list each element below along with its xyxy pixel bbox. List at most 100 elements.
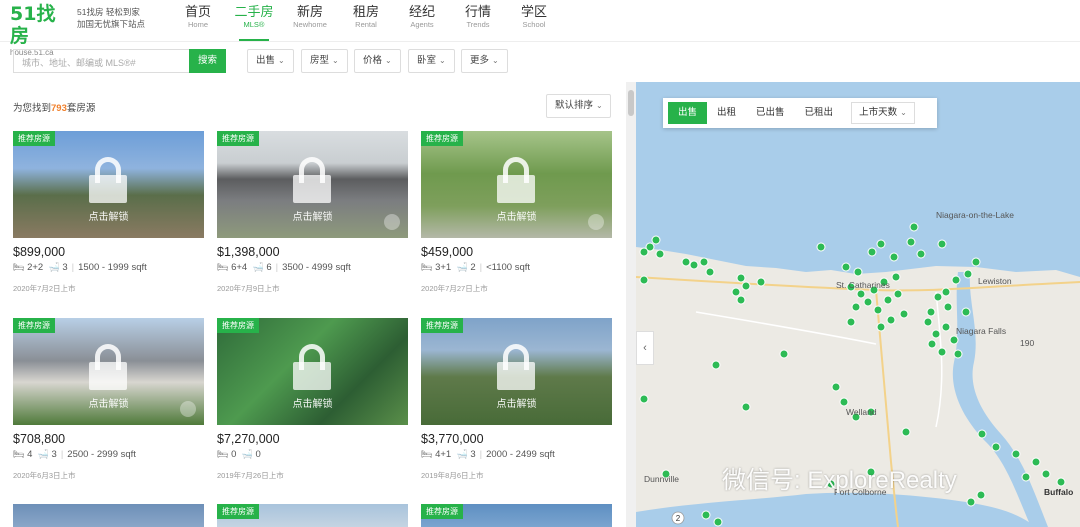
lock-icon <box>293 157 331 205</box>
map-label-st-catharines: St. Catharines <box>836 280 890 290</box>
filter-price[interactable]: 价格 ⌄ <box>354 49 401 73</box>
nav-trends[interactable]: 行情 Trends <box>450 0 506 42</box>
listing-card[interactable]: 推荐房源 点击解锁 $7,270,000 🛏 0 🛁 0 2019年7月26日上… <box>217 318 408 481</box>
bed-count: 6+4 <box>231 262 248 273</box>
listing-photo[interactable]: 推荐房源 点击解锁 <box>217 318 408 425</box>
road <box>935 291 943 428</box>
listing-date: 2020年7月2日上市 <box>13 284 76 293</box>
listing-photo[interactable]: 推荐房源 <box>217 504 408 527</box>
chevron-down-icon: ⌄ <box>439 56 446 65</box>
unlock-label[interactable]: 点击解锁 <box>217 208 408 223</box>
results-count: 为您找到793套房源 <box>13 100 95 114</box>
top-navigation-bar: 51找房 house.51.ca 51找房 轻松到家 加国无忧旗下站点 首页 Ho… <box>0 0 1080 57</box>
listing-scrollbar[interactable] <box>626 82 636 527</box>
favorite-icon[interactable] <box>180 401 196 417</box>
tab-rented[interactable]: 已租出 <box>795 102 844 124</box>
listing-card[interactable]: 推荐房源 点击解锁 $3,770,000 🛏 4+1 🛁 3 | 2000 - 24… <box>421 318 612 481</box>
bath-icon: 🛁 <box>456 449 468 459</box>
sort-label: 默认排序 <box>555 100 594 111</box>
nav-mls[interactable]: 二手房 MLS® <box>226 0 282 42</box>
listing-photo[interactable]: 推荐房源 点击解锁 <box>421 318 612 425</box>
bed-icon: 🛏 <box>421 262 433 272</box>
search-button[interactable]: 搜索 <box>189 49 226 73</box>
unlock-label[interactable]: 点击解锁 <box>421 208 612 223</box>
main-nav: 首页 Home 二手房 MLS® 新房 Newhome 租房 Rental 经纪 Agen… <box>170 0 562 42</box>
filter-more[interactable]: 更多 ⌄ <box>461 49 508 73</box>
lock-icon <box>89 157 127 205</box>
chevron-down-icon: ⌄ <box>900 108 907 117</box>
unlock-label[interactable]: 点击解锁 <box>421 395 612 410</box>
listing-price: $7,270,000 <box>217 432 280 446</box>
sort-dropdown[interactable]: 默认排序 ⌄ <box>546 94 611 118</box>
tab-for-rent[interactable]: 出租 <box>707 102 746 124</box>
unlock-label[interactable]: 点击解锁 <box>13 395 204 410</box>
lake-erie <box>636 492 1036 527</box>
unlock-label[interactable]: 点击解锁 <box>13 208 204 223</box>
listing-photo[interactable]: 推荐房源 点击解锁 <box>217 131 408 238</box>
bath-icon: 🛁 <box>48 262 60 272</box>
listing-card[interactable]: 推荐房源 <box>217 504 408 527</box>
listing-photo[interactable] <box>13 504 204 527</box>
listing-date: 2019年8月6日上市 <box>421 471 484 480</box>
nav-newhome[interactable]: 新房 Newhome <box>282 0 338 42</box>
listing-card[interactable]: 推荐房源 点击解锁 $708,800 🛏 4 🛁 3 | 2500 - 2999 s… <box>13 318 204 481</box>
filter-bedrooms[interactable]: 卧室 ⌄ <box>408 49 455 73</box>
tab-sold[interactable]: 已出售 <box>746 102 795 124</box>
nav-label: 新房 <box>296 4 323 19</box>
cluster-count: 2 <box>676 514 681 523</box>
chevron-down-icon: ⌄ <box>385 56 392 65</box>
listing-panel: 城市、地址、邮编或 MLS®# 搜索 出售 ⌄ 房型 ⌄ 价格 ⌄ 卧室 ⌄ 更多 ⌄ 为… <box>0 42 626 527</box>
listing-card[interactable]: 推荐房源 点击解锁 $899,000 🛏 2+2 🛁 3 | 1500 - 1999… <box>13 131 204 294</box>
road <box>695 311 877 345</box>
chevron-down-icon: ⌄ <box>278 56 285 65</box>
bath-count: 3 <box>51 449 57 460</box>
search-input[interactable]: 城市、地址、邮编或 MLS®# <box>13 49 190 73</box>
results-number: 793 <box>51 103 67 114</box>
days-label: 上市天数 <box>859 107 898 118</box>
site-logo[interactable]: 51找房 house.51.ca <box>10 3 70 57</box>
listing-card[interactable]: 推荐房源 <box>421 504 612 527</box>
nav-sublabel: Trends <box>466 20 490 29</box>
bath-count: 3 <box>470 449 476 460</box>
tab-for-sale[interactable]: 出售 <box>668 102 708 124</box>
bed-count: 4 <box>27 449 33 460</box>
bath-icon: 🛁 <box>252 262 264 272</box>
days-on-market-dropdown[interactable]: 上市天数 ⌄ <box>851 102 915 124</box>
nav-school[interactable]: 学区 School <box>506 0 562 42</box>
listing-specs: 🛏 6+4 🛁 6 | 3500 - 4999 sqft <box>217 262 351 273</box>
map-label-dunnville: Dunnville <box>644 474 679 484</box>
wechat-watermark: 微信号: ExploreRealty <box>722 467 957 494</box>
nav-home[interactable]: 首页 Home <box>170 0 226 42</box>
bath-count: 2 <box>470 262 476 273</box>
listing-photo[interactable]: 推荐房源 点击解锁 <box>421 131 612 238</box>
filter-label: 卧室 <box>417 55 437 66</box>
lock-icon <box>497 344 535 392</box>
nav-agents[interactable]: 经纪 Agents <box>394 0 450 42</box>
listing-specs: 🛏 0 🛁 0 <box>217 449 408 460</box>
nav-rental[interactable]: 租房 Rental <box>338 0 394 42</box>
favorite-icon[interactable] <box>588 214 604 230</box>
nav-label: 首页 <box>184 4 211 19</box>
lock-icon <box>89 344 127 392</box>
listing-card[interactable]: 推荐房源 点击解锁 $459,000 🛏 3+1 🛁 2 | <1100 sqft … <box>421 131 612 294</box>
listing-photo[interactable]: 推荐房源 点击解锁 <box>13 318 204 425</box>
listing-card[interactable]: 推荐房源 点击解锁 $1,398,000 🛏 6+4 🛁 6 | 3500 - 49… <box>217 131 408 294</box>
listing-price: $3,770,000 <box>421 432 484 446</box>
filter-sale[interactable]: 出售 ⌄ <box>247 49 294 73</box>
filter-label: 价格 <box>363 55 383 66</box>
filter-type[interactable]: 房型 ⌄ <box>301 49 348 73</box>
listing-photo[interactable]: 推荐房源 <box>421 504 612 527</box>
chevron-left-icon: ‹ <box>643 342 647 354</box>
lock-icon <box>293 344 331 392</box>
collapse-panel-button[interactable]: ‹ <box>636 331 654 365</box>
listing-card[interactable] <box>13 504 204 527</box>
favorite-icon[interactable] <box>384 214 400 230</box>
unlock-label[interactable]: 点击解锁 <box>217 395 408 410</box>
bed-count: 2+2 <box>27 262 44 273</box>
featured-badge: 推荐房源 <box>217 504 259 519</box>
scrollbar-thumb[interactable] <box>628 90 634 116</box>
listing-photo[interactable]: 推荐房源 点击解锁 <box>13 131 204 238</box>
results-prefix: 为您找到 <box>13 103 52 114</box>
listing-sqft: 2500 - 2999 sqft <box>67 449 136 460</box>
bath-count: 6 <box>266 262 272 273</box>
